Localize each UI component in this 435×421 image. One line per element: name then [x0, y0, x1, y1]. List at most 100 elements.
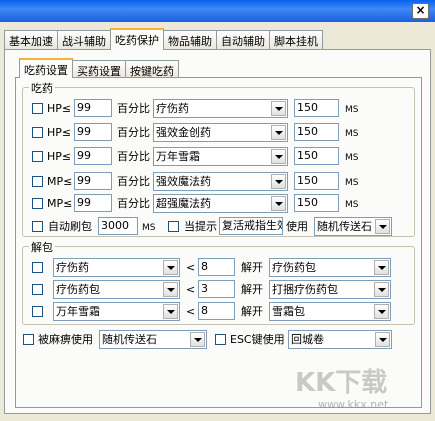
tab-hotkey-potion[interactable]: 按键吃药 — [125, 60, 179, 78]
chevron-down-icon[interactable] — [271, 149, 286, 164]
potion-row-3-item: 万年雪霜 — [156, 150, 200, 163]
unpack-row-2-count[interactable]: 3 — [198, 280, 235, 298]
potion-row-4-checkbox[interactable] — [32, 176, 43, 187]
potion-row-5-unit: MS — [345, 200, 359, 210]
unpack-row-3-item-select[interactable]: 万年雪霜 — [53, 302, 180, 321]
chevron-down-icon[interactable] — [271, 125, 286, 140]
potion-row-2-item: 强效金创药 — [156, 126, 211, 139]
unpack-row-3-package-select[interactable]: 雪霜包 — [269, 302, 391, 321]
potion-row-2-delay[interactable]: 150 — [294, 123, 339, 141]
title-bar: × — [0, 0, 435, 22]
chevron-down-icon[interactable] — [375, 332, 390, 347]
potion-row-1-delay[interactable]: 150 — [294, 99, 339, 117]
unpack-row-2-package: 打捆疗伤药包 — [272, 283, 338, 296]
when-prompt-field[interactable]: 复活戒指生效 — [219, 217, 283, 235]
esc-checkbox[interactable] — [215, 334, 226, 345]
esc-label: ESC键使用 — [230, 333, 285, 346]
potion-row-2-stat: HP≤ — [47, 126, 72, 139]
tab-basic-speed[interactable]: 基本加速 — [4, 30, 58, 50]
chevron-down-icon[interactable] — [374, 304, 389, 319]
unpack-row-1-unpack-label: 解开 — [241, 261, 263, 274]
potion-group: 吃药 HP≤ 99 百分比 疗伤药 150 MS HP≤ 99 百分比 强效金创… — [22, 80, 415, 237]
potion-row-4-item: 强效魔法药 — [156, 175, 211, 188]
potion-row-5-delay[interactable]: 150 — [294, 194, 339, 212]
auto-refresh-unit: MS — [142, 223, 156, 233]
potion-row-4-item-select[interactable]: 强效魔法药 — [153, 172, 288, 191]
potion-row-3-item-select[interactable]: 万年雪霜 — [153, 147, 288, 166]
potion-row-1: HP≤ 99 百分比 疗伤药 150 MS — [23, 99, 413, 118]
tab-combat-assist[interactable]: 战斗辅助 — [57, 30, 111, 50]
unpack-row-1-package-select[interactable]: 疗伤药包 — [269, 258, 391, 277]
chevron-down-icon[interactable] — [271, 196, 286, 211]
potion-row-5-item-select[interactable]: 超强魔法药 — [153, 194, 288, 213]
potion-row-3-delay[interactable]: 150 — [294, 147, 339, 165]
potion-row-2-checkbox[interactable] — [32, 127, 43, 138]
potion-row-5-threshold[interactable]: 99 — [74, 194, 112, 212]
paralyzed-item-select[interactable]: 随机传送石 — [99, 330, 207, 349]
tab-auto-assist[interactable]: 自动辅助 — [216, 30, 270, 50]
unpack-row-1-count[interactable]: 8 — [198, 258, 235, 276]
tab-potion-settings[interactable]: 吃药设置 — [19, 58, 73, 78]
unpack-row-2-item-select[interactable]: 疗伤药包 — [53, 280, 180, 299]
use-item-select[interactable]: 随机传送石 — [314, 217, 392, 236]
tab-buy-potion-settings[interactable]: 买药设置 — [72, 60, 126, 78]
potion-row-1-item-select[interactable]: 疗伤药 — [153, 99, 288, 118]
unpack-row-3-checkbox[interactable] — [32, 306, 43, 317]
auto-refresh-label: 自动刷包 — [48, 220, 92, 233]
potion-row-3: HP≤ 99 百分比 万年雪霜 150 MS — [23, 147, 413, 166]
potion-row-3-threshold[interactable]: 99 — [74, 147, 112, 165]
unpack-row-3-count[interactable]: 8 — [198, 302, 235, 320]
chevron-down-icon[interactable] — [163, 260, 178, 275]
unpack-row-3-less-than: < — [186, 305, 196, 318]
chevron-down-icon[interactable] — [374, 282, 389, 297]
unpack-row-1: 疗伤药 < 8 解开 疗伤药包 — [23, 258, 413, 277]
potion-row-2-threshold[interactable]: 99 — [74, 123, 112, 141]
potion-row-3-stat: HP≤ — [47, 150, 72, 163]
when-prompt-checkbox[interactable] — [168, 221, 179, 232]
potion-row-2-item-select[interactable]: 强效金创药 — [153, 123, 288, 142]
chevron-down-icon[interactable] — [271, 174, 286, 189]
unpack-row-1-item-select[interactable]: 疗伤药 — [53, 258, 180, 277]
unpack-row-2-checkbox[interactable] — [32, 284, 43, 295]
chevron-down-icon[interactable] — [375, 219, 390, 234]
chevron-down-icon[interactable] — [163, 282, 178, 297]
chevron-down-icon[interactable] — [374, 260, 389, 275]
potion-row-5: MP≤ 99 百分比 超强魔法药 150 MS — [23, 194, 413, 213]
unpack-row-1-less-than: < — [186, 261, 196, 274]
potion-row-1-item: 疗伤药 — [156, 102, 189, 115]
when-prompt-label: 当提示 — [184, 220, 217, 233]
potion-row-1-threshold[interactable]: 99 — [74, 99, 112, 117]
potion-row-4-threshold[interactable]: 99 — [74, 172, 112, 190]
watermark-logo: KK下载 — [295, 368, 388, 398]
sub-tabs: 吃药设置 买药设置 按键吃药 — [19, 58, 179, 78]
potion-row-5-checkbox[interactable] — [32, 198, 43, 209]
unpack-row-2-package-select[interactable]: 打捆疗伤药包 — [269, 280, 391, 299]
potion-row-3-checkbox[interactable] — [32, 151, 43, 162]
esc-item-select[interactable]: 回城卷 — [288, 330, 392, 349]
chevron-down-icon[interactable] — [163, 304, 178, 319]
tab-script-hangup[interactable]: 脚本挂机 — [269, 30, 323, 50]
close-button[interactable]: × — [412, 3, 429, 19]
tab-potion-protection[interactable]: 吃药保护 — [110, 28, 164, 50]
potion-group-label: 吃药 — [29, 80, 55, 96]
unpack-group: 解包 疗伤药 < 8 解开 疗伤药包 疗伤药包 < 3 解开 打捆疗伤药包 万年… — [22, 239, 415, 325]
potion-row-2: HP≤ 99 百分比 强效金创药 150 MS — [23, 123, 413, 142]
potion-row-3-unit: MS — [345, 153, 359, 163]
tab-item-assist[interactable]: 物品辅助 — [163, 30, 217, 50]
unpack-row-1-checkbox[interactable] — [32, 262, 43, 273]
auto-refresh-interval[interactable]: 3000 — [98, 217, 138, 235]
chevron-down-icon[interactable] — [271, 101, 286, 116]
potion-row-4-unit: MS — [345, 178, 359, 188]
chevron-down-icon[interactable] — [190, 332, 205, 347]
auto-refresh-checkbox[interactable] — [32, 221, 43, 232]
unpack-row-3: 万年雪霜 < 8 解开 雪霜包 — [23, 302, 413, 321]
main-tabs: 基本加速 战斗辅助 吃药保护 物品辅助 自动辅助 脚本挂机 — [4, 28, 323, 50]
potion-row-4-delay[interactable]: 150 — [294, 172, 339, 190]
paralyzed-label: 被麻痹使用 — [38, 333, 93, 346]
potion-row-4-stat: MP≤ — [47, 175, 73, 188]
potion-protection-panel: 吃药设置 买药设置 按键吃药 吃药 HP≤ 99 百分比 疗伤药 150 MS … — [4, 49, 431, 414]
paralyzed-checkbox[interactable] — [23, 334, 34, 345]
potion-row-1-checkbox[interactable] — [32, 103, 43, 114]
unpack-row-2-less-than: < — [186, 283, 196, 296]
potion-row-5-item: 超强魔法药 — [156, 197, 211, 210]
